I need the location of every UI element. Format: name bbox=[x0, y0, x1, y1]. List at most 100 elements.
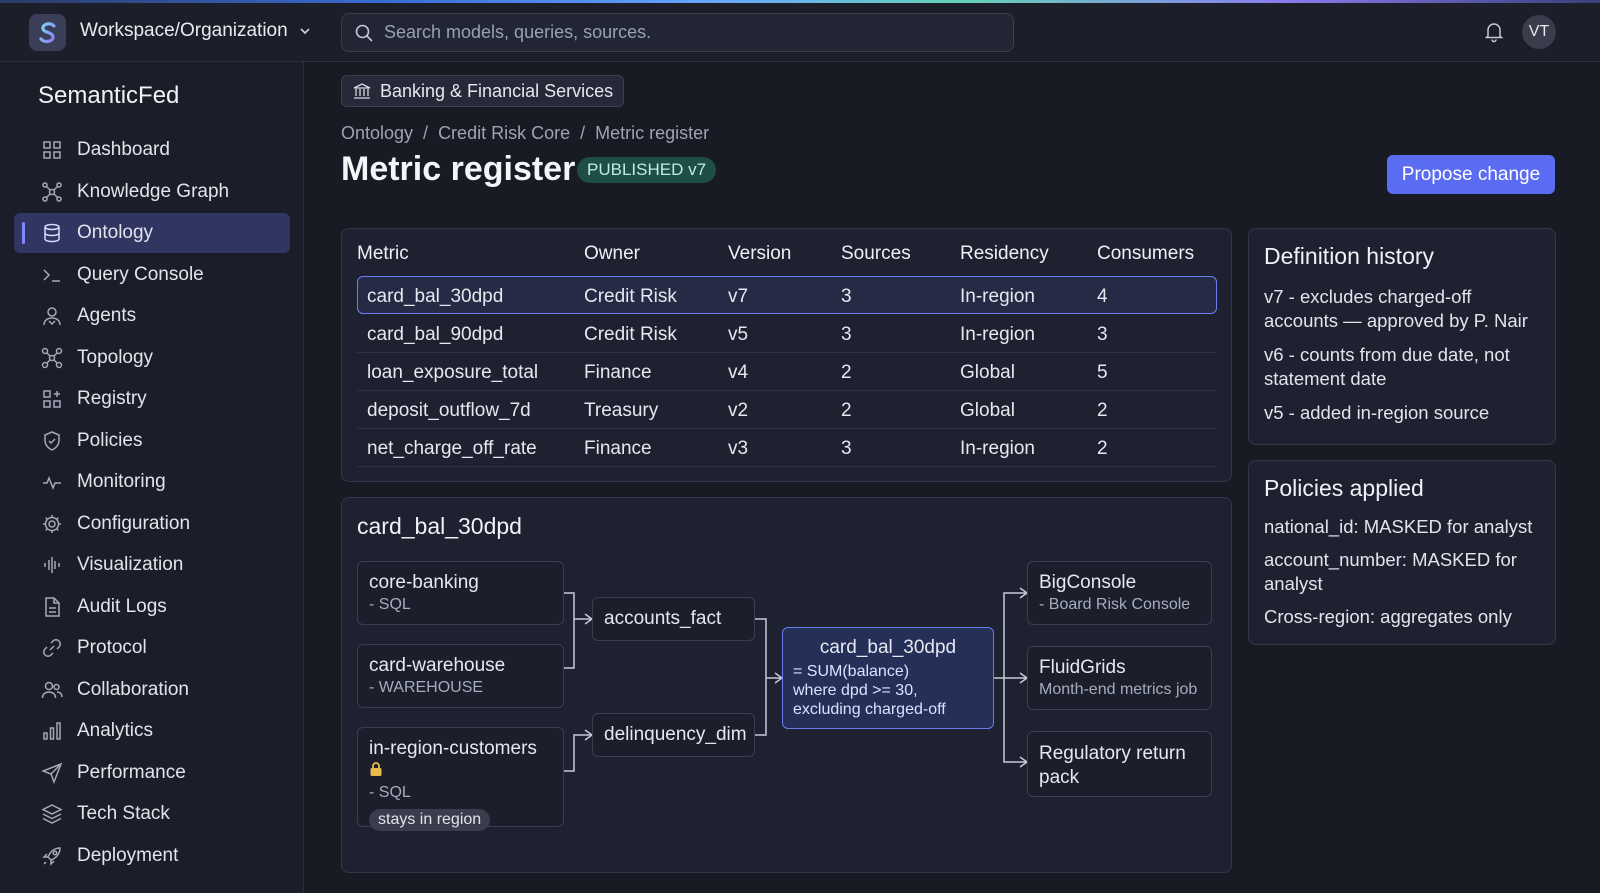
breadcrumb-item[interactable]: Ontology bbox=[341, 123, 413, 144]
table-row[interactable]: deposit_outflow_7d Treasury v2 2 Global … bbox=[357, 391, 1217, 429]
cell-sources: 3 bbox=[841, 438, 852, 459]
rocket-icon bbox=[41, 845, 63, 867]
history-list: v7 - excludes charged-off accounts — app… bbox=[1264, 285, 1546, 435]
table-row[interactable]: net_charge_off_rate Finance v3 3 In-regi… bbox=[357, 429, 1217, 467]
node-subtitle: - SQL bbox=[369, 784, 411, 801]
breadcrumb-item[interactable]: Credit Risk Core bbox=[438, 123, 570, 144]
sidebar-item-dashboard[interactable]: Dashboard bbox=[14, 130, 290, 170]
node-name: FluidGrids bbox=[1039, 657, 1126, 678]
lineage-consumer-node[interactable]: Regulatory return pack bbox=[1027, 731, 1212, 797]
app-logo[interactable] bbox=[29, 14, 66, 51]
bell-icon[interactable] bbox=[1482, 19, 1506, 43]
top-gradient-strip bbox=[0, 0, 1600, 3]
history-entry[interactable]: v7 - excludes charged-off accounts — app… bbox=[1264, 285, 1546, 333]
column-header[interactable]: Version bbox=[728, 243, 791, 265]
node-name: BigConsole bbox=[1039, 572, 1137, 593]
column-header[interactable]: Metric bbox=[357, 243, 409, 265]
sidebar-item-label: Protocol bbox=[77, 637, 147, 658]
node-name: core-banking bbox=[369, 572, 479, 593]
sidebar-item-configuration[interactable]: Configuration bbox=[14, 504, 290, 544]
residency-tag: stays in region bbox=[369, 809, 491, 831]
sidebar-item-label: Topology bbox=[77, 346, 154, 368]
bank-icon bbox=[353, 83, 371, 99]
column-header[interactable]: Sources bbox=[841, 243, 911, 265]
sidebar-item-registry[interactable]: Registry bbox=[14, 379, 290, 419]
search-input[interactable] bbox=[384, 22, 984, 43]
cell-metric: net_charge_off_rate bbox=[367, 438, 537, 459]
top-bar: Workspace/Organization VT bbox=[0, 0, 1600, 62]
column-header[interactable]: Consumers bbox=[1097, 243, 1194, 265]
sidebar-item-query-console[interactable]: Query Console bbox=[14, 255, 290, 295]
lineage-intermediate-node[interactable]: accounts_fact bbox=[592, 597, 755, 641]
cell-owner: Finance bbox=[584, 362, 652, 383]
sidebar-item-policies[interactable]: Policies bbox=[14, 421, 290, 461]
agents-icon bbox=[41, 305, 63, 327]
search-icon bbox=[355, 24, 373, 42]
sidebar-item-collaboration[interactable]: Collaboration bbox=[14, 670, 290, 710]
sidebar-item-label: Monitoring bbox=[77, 471, 166, 492]
table-header: Metric Owner Version Sources Residency C… bbox=[357, 243, 1217, 271]
column-header[interactable]: Owner bbox=[584, 243, 640, 265]
avatar[interactable]: VT bbox=[1522, 15, 1556, 49]
sidebar-item-monitoring[interactable]: Monitoring bbox=[14, 462, 290, 502]
lineage-consumer-node[interactable]: FluidGrids Month-end metrics job bbox=[1027, 646, 1212, 710]
cell-metric: loan_exposure_total bbox=[367, 362, 539, 383]
propose-change-button[interactable]: Propose change bbox=[1387, 155, 1555, 194]
send-icon bbox=[41, 762, 63, 784]
sidebar-item-tech-stack[interactable]: Tech Stack bbox=[14, 794, 290, 834]
node-name-row: in-region-customers bbox=[369, 738, 552, 782]
users-icon bbox=[41, 679, 63, 701]
sidebar-item-visualization[interactable]: Visualization bbox=[14, 545, 290, 585]
lineage-source-node[interactable]: core-banking - SQL bbox=[357, 561, 564, 625]
lineage-intermediate-node[interactable]: delinquency_dim bbox=[592, 713, 755, 757]
sidebar-item-ontology[interactable]: Ontology bbox=[14, 213, 290, 253]
workspace-switcher[interactable]: Workspace/Organization bbox=[80, 20, 312, 42]
node-name: accounts_fact bbox=[604, 608, 722, 629]
history-entry[interactable]: v5 - added in-region source bbox=[1264, 401, 1546, 425]
sidebar-item-protocol[interactable]: Protocol bbox=[14, 628, 290, 668]
sidebar-item-label: Visualization bbox=[77, 554, 184, 575]
policies-list: national_id: MASKED for analyst account_… bbox=[1264, 515, 1546, 638]
lock-icon bbox=[370, 762, 382, 776]
sidebar-item-label: Performance bbox=[77, 761, 186, 783]
table-row[interactable]: card_bal_90dpd Credit Risk v5 3 In-regio… bbox=[357, 315, 1217, 353]
breadcrumb-separator: / bbox=[423, 123, 429, 143]
policies-applied-panel: Policies applied national_id: MASKED for… bbox=[1248, 460, 1556, 645]
cell-consumers: 5 bbox=[1097, 362, 1108, 383]
cell-residency: In-region bbox=[960, 324, 1035, 345]
graph-icon bbox=[41, 181, 63, 203]
page-title: Metric register bbox=[341, 150, 576, 188]
grid-icon bbox=[41, 139, 63, 161]
brand-name: SemanticFed bbox=[38, 82, 180, 109]
document-icon bbox=[41, 596, 63, 618]
link-icon bbox=[41, 637, 63, 659]
sidebar-item-agents[interactable]: Agents bbox=[14, 296, 290, 336]
lineage-metric-node[interactable]: card_bal_30dpd = SUM(balance) where dpd … bbox=[782, 627, 994, 729]
sidebar-item-audit-logs[interactable]: Audit Logs bbox=[14, 587, 290, 627]
sidebar-item-label: Analytics bbox=[77, 720, 154, 741]
lineage-source-node[interactable]: card-warehouse - WAREHOUSE bbox=[357, 644, 564, 708]
sidebar-nav: Dashboard Knowledge Graph Ontology Query… bbox=[14, 130, 290, 877]
cell-residency: Global bbox=[960, 362, 1015, 383]
table-row[interactable]: loan_exposure_total Finance v4 2 Global … bbox=[357, 353, 1217, 391]
sidebar-item-label: Dashboard bbox=[77, 139, 170, 160]
sidebar-item-performance[interactable]: Performance bbox=[14, 753, 290, 793]
sidebar-item-topology[interactable]: Topology bbox=[14, 338, 290, 378]
sidebar-item-deployment[interactable]: Deployment bbox=[14, 836, 290, 876]
shield-icon bbox=[41, 430, 63, 452]
policy-entry: account_number: MASKED for analyst bbox=[1264, 549, 1517, 594]
lineage-consumer-node[interactable]: BigConsole - Board Risk Console bbox=[1027, 561, 1212, 625]
cell-metric: card_bal_30dpd bbox=[367, 286, 504, 307]
industry-chip[interactable]: Banking & Financial Services bbox=[341, 75, 625, 107]
sidebar-item-label: Collaboration bbox=[77, 678, 189, 700]
history-entry[interactable]: v6 - counts from due date, not statement… bbox=[1264, 343, 1546, 391]
search-box[interactable] bbox=[341, 13, 1014, 52]
table-row-selected[interactable]: card_bal_30dpd Credit Risk v7 3 In-regio… bbox=[357, 276, 1217, 314]
topology-icon bbox=[41, 347, 63, 369]
sidebar-item-knowledge-graph[interactable]: Knowledge Graph bbox=[14, 172, 290, 212]
cell-owner: Credit Risk bbox=[584, 324, 677, 345]
column-header[interactable]: Residency bbox=[960, 243, 1049, 265]
lineage-source-node[interactable]: in-region-customers - SQL stays in regio… bbox=[357, 727, 564, 831]
sidebar: SemanticFed Dashboard Knowledge Graph On… bbox=[0, 62, 304, 893]
sidebar-item-analytics[interactable]: Analytics bbox=[14, 711, 290, 751]
